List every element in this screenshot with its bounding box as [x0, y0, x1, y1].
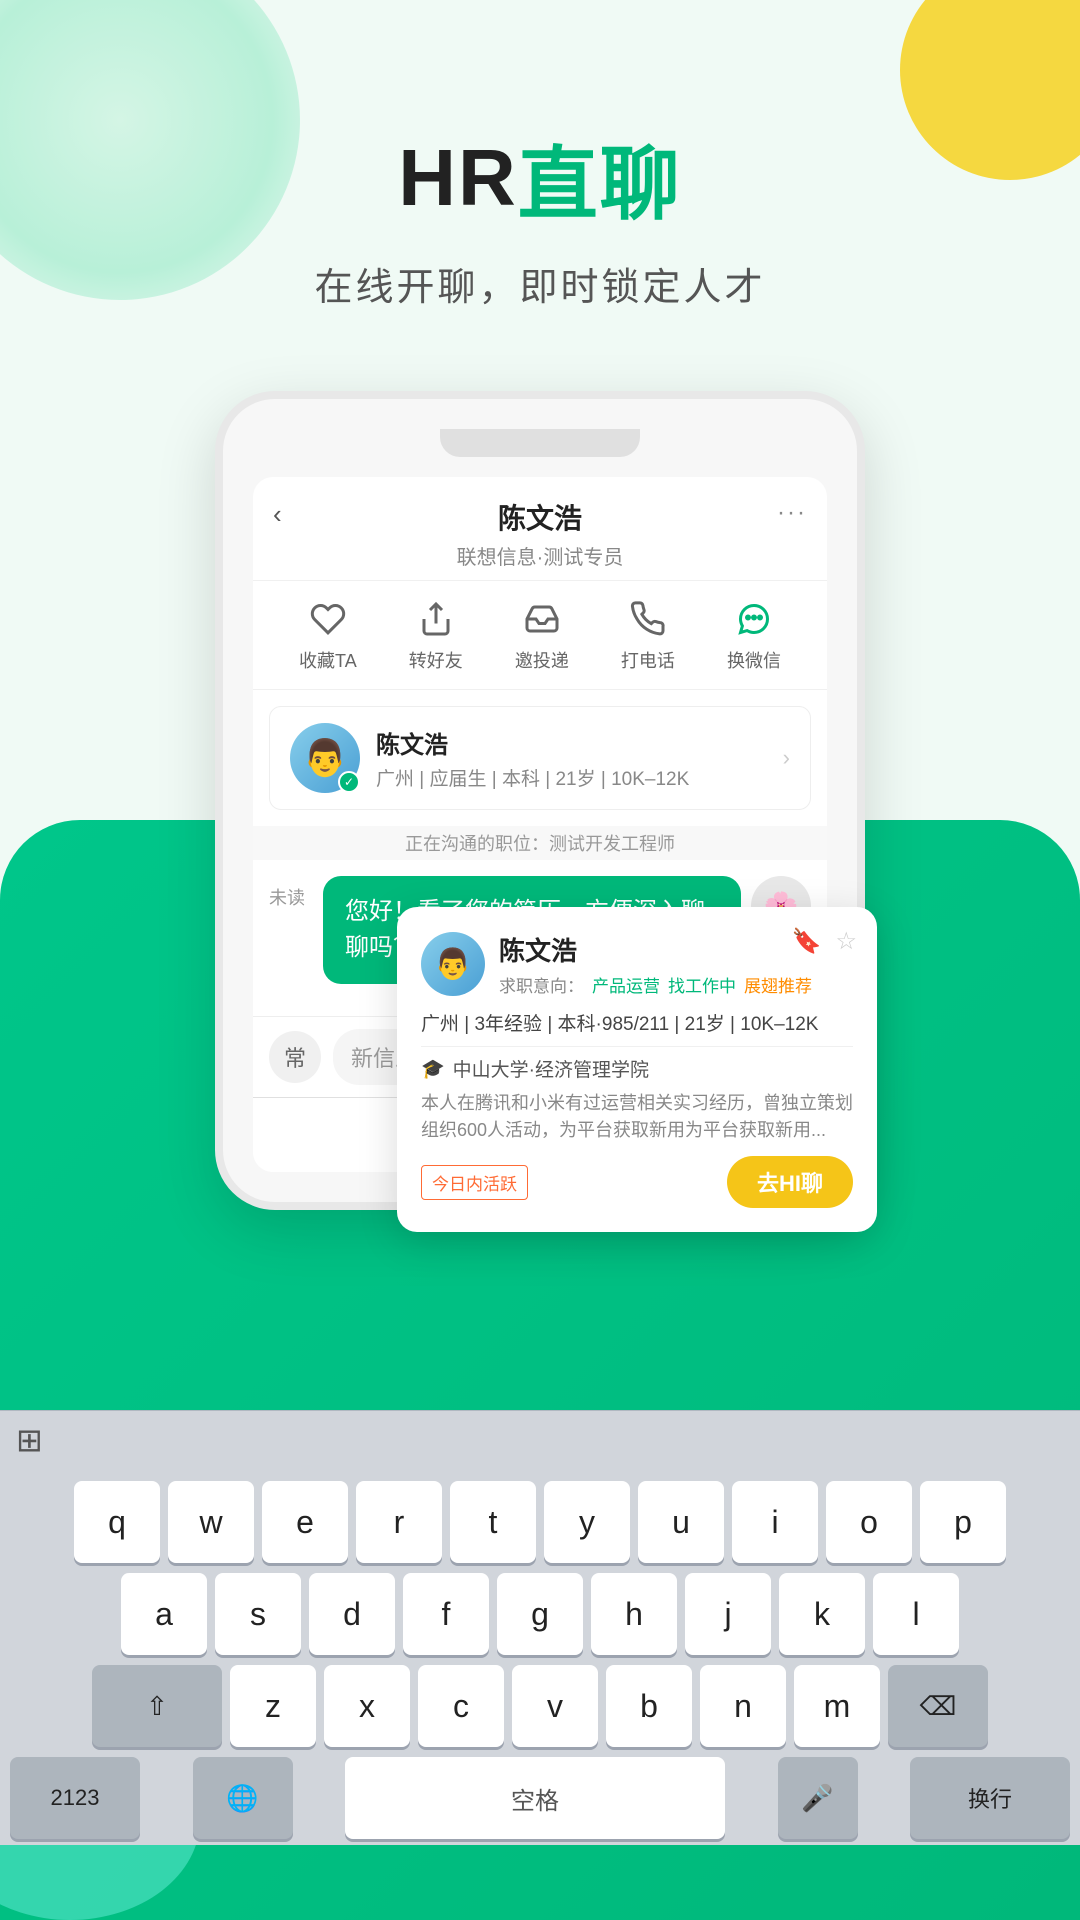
job-intention-label: 求职意向：	[499, 972, 584, 997]
bookmark-icon[interactable]: 🔖	[792, 927, 822, 956]
delete-key[interactable]: ⌫	[888, 1665, 988, 1747]
hero-title: HR 直聊	[398, 120, 682, 236]
key-f[interactable]: f	[403, 1573, 489, 1655]
keyboard-section: ⊞ q w e r t y u i o p a s d f	[0, 1410, 1080, 1845]
action-toolbar: 收藏TA 转好友 邀投递	[253, 581, 827, 690]
keyboard-row-4: 2123 🌐 空格 🎤 换行	[6, 1757, 1074, 1839]
back-button[interactable]: ‹	[273, 499, 282, 530]
keyboard: q w e r t y u i o p a s d f g h j k	[0, 1469, 1080, 1845]
heart-icon	[306, 597, 350, 641]
key-b[interactable]: b	[606, 1665, 692, 1747]
inbox-icon	[520, 597, 564, 641]
wechat-icon	[732, 597, 776, 641]
key-p[interactable]: p	[920, 1481, 1006, 1563]
key-u[interactable]: u	[638, 1481, 724, 1563]
resume-card-footer: 今日内活跃 去HI聊	[421, 1156, 853, 1208]
hi-chat-button[interactable]: 去HI聊	[727, 1156, 853, 1208]
key-l[interactable]: l	[873, 1573, 959, 1655]
space-key[interactable]: 空格	[345, 1757, 725, 1839]
job-intention: 产品运营	[592, 972, 660, 997]
chat-contact-name: 陈文浩	[283, 497, 797, 537]
key-y[interactable]: y	[544, 1481, 630, 1563]
title-hr: HR	[398, 132, 518, 224]
key-i[interactable]: i	[732, 1481, 818, 1563]
call-label: 打电话	[621, 647, 675, 673]
num-key[interactable]: 2123	[10, 1757, 140, 1839]
profile-name: 陈文浩	[376, 725, 767, 760]
key-o[interactable]: o	[826, 1481, 912, 1563]
return-key[interactable]: 换行	[910, 1757, 1070, 1839]
voice-label: 常	[284, 1041, 306, 1073]
school-row: 🎓 中山大学·经济管理学院	[421, 1055, 853, 1082]
voice-button[interactable]: 常	[269, 1031, 321, 1083]
resume-card-header: 👨 陈文浩 求职意向： 产品运营 找工作中 展翅推荐	[421, 931, 853, 997]
profile-info: 陈文浩 广州 | 应届生 | 本科 | 21岁 | 10K–12K	[376, 725, 767, 791]
key-w[interactable]: w	[168, 1481, 254, 1563]
avatar: 👨 ✓	[290, 723, 360, 793]
keyboard-row-1: q w e r t y u i o p	[6, 1481, 1074, 1563]
invite-label: 邀投递	[515, 647, 569, 673]
key-m[interactable]: m	[794, 1665, 880, 1747]
resume-card-popup: 👨 陈文浩 求职意向： 产品运营 找工作中 展翅推荐 🔖 ☆	[397, 907, 877, 1232]
arrow-icon: ›	[783, 745, 790, 771]
action-invite[interactable]: 邀投递	[515, 597, 569, 673]
keyboard-row-2: a s d f g h j k l	[6, 1573, 1074, 1655]
key-h[interactable]: h	[591, 1573, 677, 1655]
phone-container: ‹ 陈文浩 联想信息·测试专员 ··· 收藏TA	[180, 391, 900, 1210]
main-content: HR 直聊 在线开聊，即时锁定人才 ‹ 陈文浩 联想信息·测试专员 ···	[0, 0, 1080, 1845]
action-call[interactable]: 打电话	[621, 597, 675, 673]
key-z[interactable]: z	[230, 1665, 316, 1747]
key-r[interactable]: r	[356, 1481, 442, 1563]
keyboard-row-3: ⇧ z x c v b n m ⌫	[6, 1665, 1074, 1747]
key-j[interactable]: j	[685, 1573, 771, 1655]
phone-icon	[626, 597, 670, 641]
grid-keyboard-icon[interactable]: ⊞	[16, 1421, 43, 1459]
hero-subtitle: 在线开聊，即时锁定人才	[314, 256, 765, 311]
action-collect[interactable]: 收藏TA	[299, 597, 357, 673]
resume-avatar: 👨	[421, 932, 485, 996]
phone-mockup: ‹ 陈文浩 联想信息·测试专员 ··· 收藏TA	[215, 391, 865, 1210]
key-k[interactable]: k	[779, 1573, 865, 1655]
today-active-tag: 今日内活跃	[421, 1165, 528, 1200]
resume-card-actions: 🔖 ☆	[792, 927, 857, 956]
school-name: 中山大学·经济管理学院	[453, 1055, 649, 1082]
resume-card-tags: 求职意向： 产品运营 找工作中 展翅推荐	[499, 972, 853, 997]
key-t[interactable]: t	[450, 1481, 536, 1563]
chat-divider: 正在沟通的职位：测试开发工程师	[253, 826, 827, 860]
mic-key[interactable]: 🎤	[778, 1757, 858, 1839]
recommendation: 展翅推荐	[744, 972, 812, 997]
key-s[interactable]: s	[215, 1573, 301, 1655]
divider-text: 正在沟通的职位：测试开发工程师	[405, 834, 675, 854]
key-c[interactable]: c	[418, 1665, 504, 1747]
job-status: 找工作中	[668, 972, 736, 997]
key-x[interactable]: x	[324, 1665, 410, 1747]
key-q[interactable]: q	[74, 1481, 160, 1563]
unread-tag: 未读	[269, 876, 305, 910]
chat-contact-subtitle: 联想信息·测试专员	[283, 541, 797, 570]
key-a[interactable]: a	[121, 1573, 207, 1655]
resume-detail-tags: 广州 | 3年经验 | 本科·985/211 | 21岁 | 10K–12K	[421, 1009, 853, 1047]
key-d[interactable]: d	[309, 1573, 395, 1655]
globe-key[interactable]: 🌐	[193, 1757, 293, 1839]
key-e[interactable]: e	[262, 1481, 348, 1563]
chat-header: ‹ 陈文浩 联想信息·测试专员 ···	[253, 477, 827, 581]
phone-notch	[440, 429, 640, 457]
profile-card-chat[interactable]: 👨 ✓ 陈文浩 广州 | 应届生 | 本科 | 21岁 | 10K–12K ›	[269, 706, 811, 810]
wechat-label: 换微信	[727, 647, 781, 673]
key-n[interactable]: n	[700, 1665, 786, 1747]
action-wechat[interactable]: 换微信	[727, 597, 781, 673]
key-g[interactable]: g	[497, 1573, 583, 1655]
title-chinese: 直聊	[518, 120, 682, 236]
action-share[interactable]: 转好友	[409, 597, 463, 673]
star-icon[interactable]: ☆	[835, 927, 857, 956]
shift-key[interactable]: ⇧	[92, 1665, 222, 1747]
key-v[interactable]: v	[512, 1665, 598, 1747]
collect-label: 收藏TA	[299, 647, 357, 673]
resume-description: 本人在腾讯和小米有过运营相关实习经历，曾独立策划组织600人活动，为平台获取新用…	[421, 1090, 853, 1144]
share-icon	[414, 597, 458, 641]
profile-tags: 广州 | 应届生 | 本科 | 21岁 | 10K–12K	[376, 764, 767, 791]
school-icon: 🎓	[421, 1057, 445, 1081]
share-label: 转好友	[409, 647, 463, 673]
more-button[interactable]: ···	[777, 499, 807, 527]
